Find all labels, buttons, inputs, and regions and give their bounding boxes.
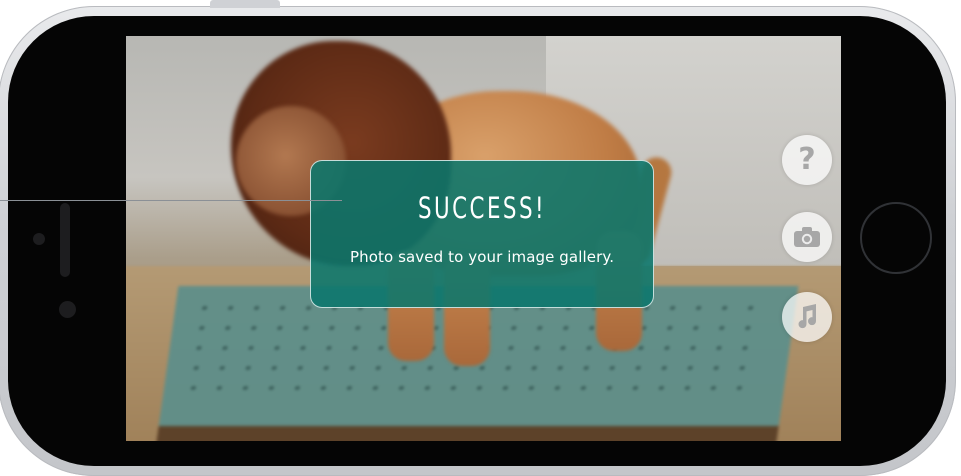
music-button[interactable]	[782, 292, 832, 342]
success-toast[interactable]: SUCCESS! Photo saved to your image galle…	[310, 160, 654, 308]
phone-front-camera	[59, 301, 76, 318]
phone-side-button	[210, 0, 280, 8]
phone-home-button[interactable]	[860, 202, 932, 274]
toast-message: Photo saved to your image gallery.	[349, 248, 615, 266]
camera-icon	[794, 227, 820, 247]
question-mark-icon: ?	[798, 142, 816, 177]
music-note-icon	[798, 304, 817, 329]
phone-speaker-slot	[60, 203, 70, 277]
help-button[interactable]: ?	[782, 135, 832, 185]
callout-line	[0, 200, 342, 201]
camera-button[interactable]	[782, 212, 832, 262]
toast-title: SUCCESS!	[417, 191, 547, 225]
app-screen: SUCCESS! Photo saved to your image galle…	[126, 36, 841, 441]
phone-sensor-dot	[33, 233, 45, 245]
